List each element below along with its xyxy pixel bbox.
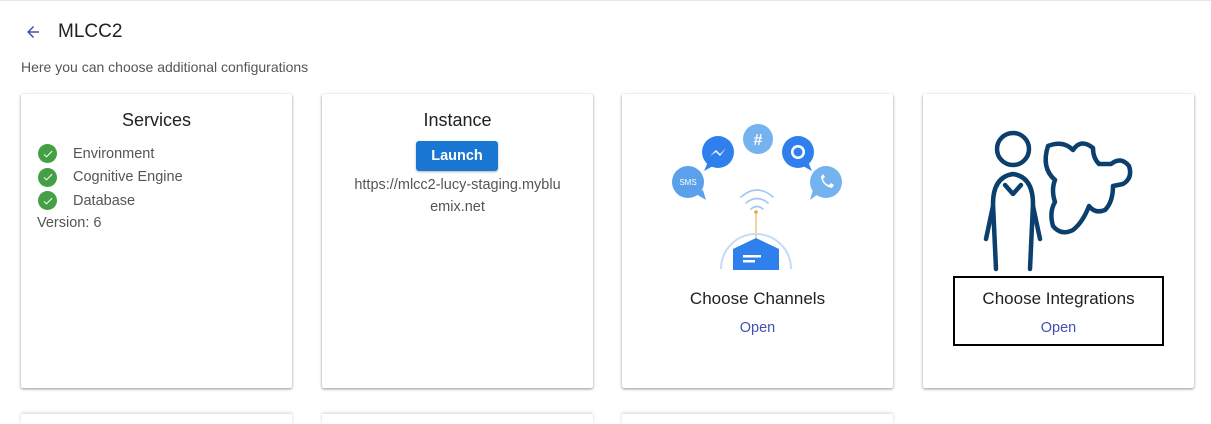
version-label: Version: <box>37 215 90 231</box>
services-title: Services <box>121 110 192 130</box>
page-subtitle: Here you can choose additional configura… <box>21 59 309 75</box>
back-button[interactable] <box>22 21 44 43</box>
service-label: Database <box>73 192 136 209</box>
services-card: Services Environment Cognitive Engine Da… <box>21 94 292 388</box>
house-icon <box>733 238 779 270</box>
version-value: 6 <box>93 215 102 231</box>
launch-button[interactable]: Launch <box>416 141 498 171</box>
service-item: Database <box>38 189 183 213</box>
channels-open-link[interactable]: Open <box>622 320 893 336</box>
service-label: Cognitive Engine <box>73 169 183 186</box>
instance-url: https://mlcc2-lucy-staging.mybluemix.net <box>354 177 561 215</box>
check-circle-icon <box>38 191 57 211</box>
integrations-open-link[interactable]: Open <box>923 320 1194 336</box>
next-row-card <box>21 414 292 424</box>
person-puzzle-icon <box>983 130 1133 272</box>
integrations-label: Choose Integrations <box>982 289 1135 308</box>
channels-label: Choose Channels <box>689 289 826 308</box>
instance-card: Instance Launch https://mlcc2-lucy-stagi… <box>322 94 593 388</box>
service-item: Cognitive Engine <box>38 166 183 190</box>
next-row-card <box>622 414 893 424</box>
next-row-card <box>322 414 593 424</box>
service-label: Environment <box>73 145 155 162</box>
check-circle-icon <box>38 144 57 164</box>
sms-bubble-text: SMS <box>679 178 696 187</box>
hashtag-bubble-text: # <box>754 132 763 149</box>
channels-illustration: SMS # <box>672 124 842 270</box>
services-list: Environment Cognitive Engine Database <box>38 142 183 213</box>
check-circle-icon <box>38 167 57 187</box>
version-text: Version: 6 <box>37 215 101 231</box>
messenger-icon <box>702 136 734 171</box>
service-item: Environment <box>38 142 183 166</box>
channels-card: SMS # Choose Channels Open <box>622 94 893 388</box>
chat-icon <box>782 136 814 171</box>
wifi-icon <box>740 189 774 210</box>
top-divider <box>0 0 1211 1</box>
hashtag-icon: # <box>743 124 773 154</box>
arrow-left-icon <box>27 26 39 38</box>
instance-title: Instance <box>423 110 492 130</box>
phone-icon <box>810 166 842 200</box>
page-header: MLCC2 <box>22 20 122 44</box>
integrations-card: Choose Integrations Open <box>923 94 1194 388</box>
sms-icon: SMS <box>672 166 706 200</box>
page-title: MLCC2 <box>58 21 123 42</box>
